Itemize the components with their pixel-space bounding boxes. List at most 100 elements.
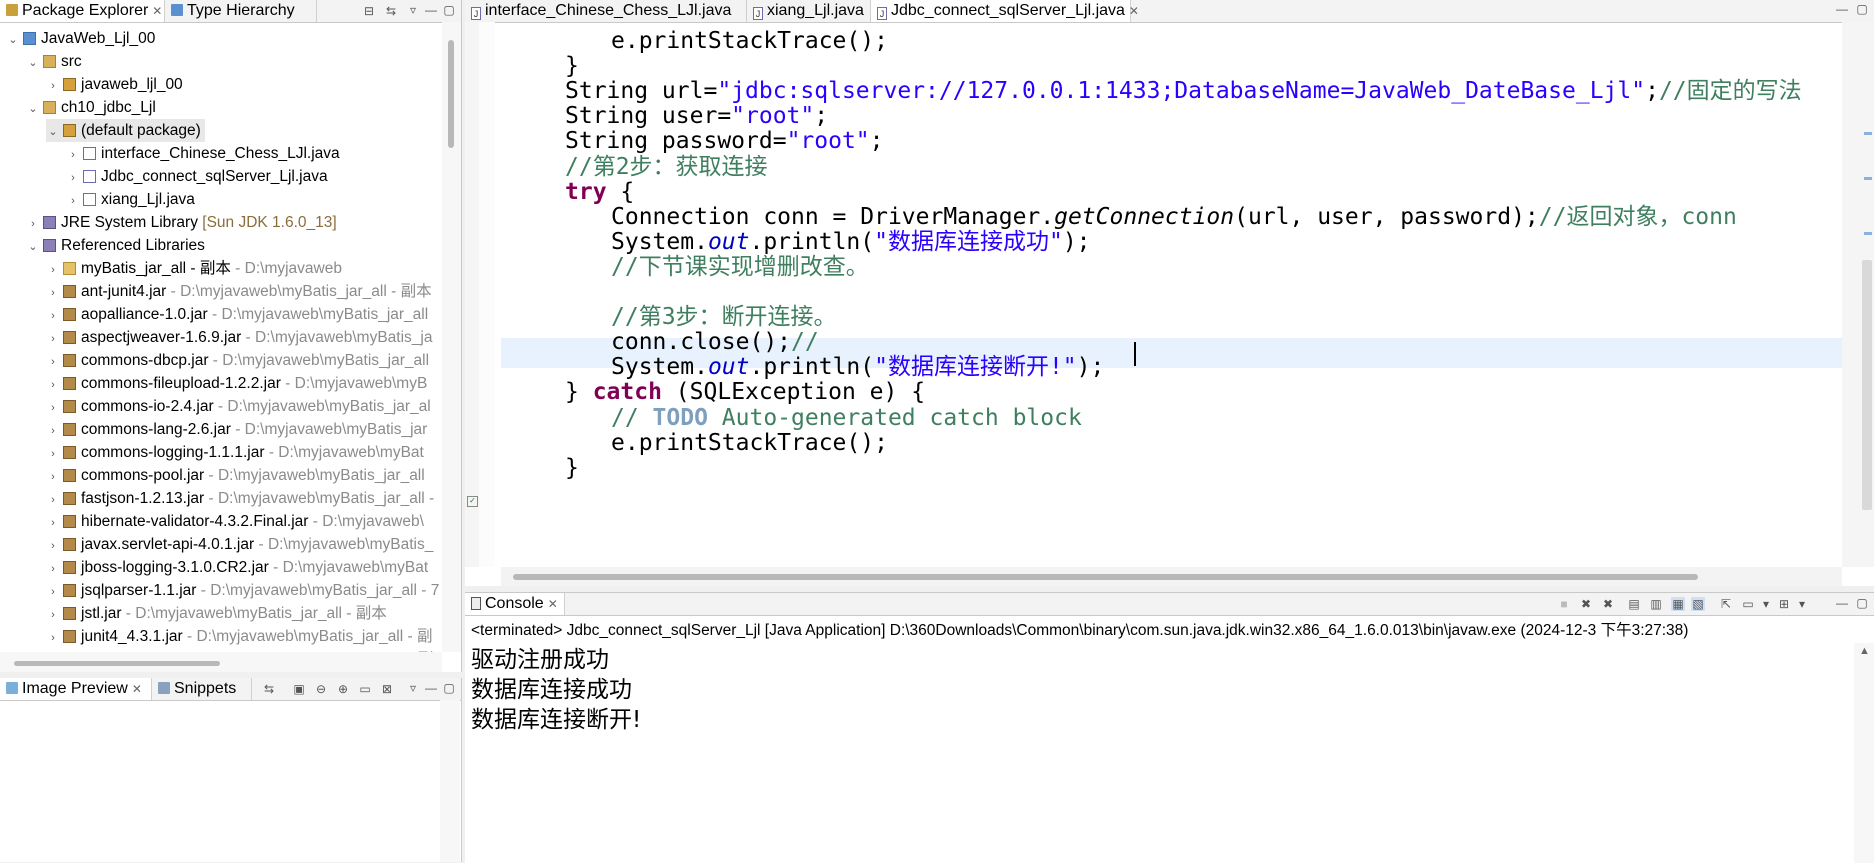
tab-snippets[interactable]: Snippets bbox=[152, 678, 252, 700]
chevron-right-icon[interactable]: › bbox=[46, 420, 60, 443]
view-menu-icon[interactable]: ▿ bbox=[406, 3, 420, 17]
scrollbar-thumb[interactable] bbox=[1862, 260, 1872, 510]
tab-jdbc-connect[interactable]: J Jdbc_connect_sqlServer_Ljl.java ✕ bbox=[871, 0, 1139, 22]
tab-console[interactable]: Console ✕ bbox=[465, 593, 565, 615]
tree-item[interactable]: ⌄ src bbox=[26, 50, 81, 75]
tree-item[interactable]: › jboss-logging-3.1.0.CR2.jar - D:\myjava… bbox=[46, 556, 428, 579]
tree-item[interactable]: › javaweb_ljl_00 bbox=[46, 73, 183, 96]
collapse-all-icon[interactable]: ⊟ bbox=[362, 4, 376, 18]
display-selected-console-icon[interactable]: ▭ bbox=[1741, 597, 1755, 611]
overview-marker[interactable] bbox=[1864, 232, 1872, 235]
tree-item[interactable]: ⌄ Referenced Libraries bbox=[26, 234, 205, 257]
close-icon[interactable]: ✕ bbox=[152, 4, 162, 18]
tree-item[interactable]: › commons-io-2.4.jar - D:\myjavaweb\myBat… bbox=[46, 395, 431, 418]
chevron-right-icon[interactable]: › bbox=[46, 558, 60, 581]
tab-image-preview[interactable]: Image Preview ✕ bbox=[0, 678, 152, 700]
package-tree-horizontal-scrollbar[interactable] bbox=[0, 652, 442, 672]
console-scrollbar[interactable]: ▲ bbox=[1854, 643, 1874, 863]
remove-all-terminated-icon[interactable]: ✖ bbox=[1601, 597, 1615, 611]
chevron-right-icon[interactable]: › bbox=[46, 305, 60, 328]
tree-item[interactable]: › junit4_4.3.1.jar - D:\myjavaweb\myBatis… bbox=[46, 625, 432, 648]
zoom-out-icon[interactable]: ⊖ bbox=[314, 682, 328, 696]
pin-icon[interactable]: ⇆ bbox=[262, 682, 276, 696]
task-marker-icon[interactable]: ✓ bbox=[467, 496, 478, 507]
image-preview-scrollbar[interactable] bbox=[440, 700, 460, 862]
remove-launch-icon[interactable]: ✖ bbox=[1579, 597, 1593, 611]
code-line[interactable]: } bbox=[565, 453, 579, 483]
tab-package-explorer[interactable]: Package Explorer ✕ bbox=[0, 0, 165, 22]
tab-interface-chinese-chess[interactable]: Jinterface_Chinese_Chess_LJl.java bbox=[465, 0, 747, 22]
chevron-right-icon[interactable]: › bbox=[46, 512, 60, 535]
overview-marker[interactable] bbox=[1864, 177, 1872, 180]
tree-item[interactable]: › jsqlparser-1.1.jar - D:\myjavaweb\myBat… bbox=[46, 579, 439, 602]
chevron-right-icon[interactable]: › bbox=[46, 604, 60, 627]
tab-xiang[interactable]: Jxiang_Ljl.java bbox=[747, 0, 871, 22]
minimize-icon[interactable]: — bbox=[1835, 2, 1849, 16]
chevron-right-icon[interactable]: › bbox=[26, 213, 40, 236]
tree-item[interactable]: › interface_Chinese_Chess_LJl.java bbox=[66, 142, 340, 165]
open-console-icon[interactable]: ⊞ bbox=[1777, 597, 1791, 611]
maximize-icon[interactable]: ▢ bbox=[1855, 2, 1869, 16]
chevron-down-icon[interactable]: ⌄ bbox=[26, 98, 40, 121]
maximize-icon[interactable]: ▢ bbox=[442, 681, 456, 695]
scrollbar-thumb[interactable] bbox=[448, 40, 454, 148]
tree-item[interactable]: ⌄ JavaWeb_Ljl_00 bbox=[6, 27, 155, 50]
chevron-right-icon[interactable]: › bbox=[46, 259, 60, 282]
chevron-down-icon[interactable]: ⌄ bbox=[26, 52, 40, 75]
tree-item[interactable]: › commons-pool.jar - D:\myjavaweb\myBatis… bbox=[46, 464, 425, 487]
minimize-icon[interactable]: — bbox=[424, 681, 438, 695]
tree-item[interactable]: › myBatis_jar_all - 副本 - D:\myjavaweb bbox=[46, 257, 342, 280]
close-icon[interactable]: ✕ bbox=[132, 682, 142, 696]
chevron-right-icon[interactable]: › bbox=[46, 397, 60, 420]
chevron-right-icon[interactable]: › bbox=[66, 167, 80, 190]
code-area[interactable]: e.printStackTrace();} String url="jdbc:sq… bbox=[501, 22, 1842, 567]
view-menu-icon[interactable]: ▿ bbox=[406, 681, 420, 695]
tree-item[interactable]: › Jdbc_connect_sqlServer_Ljl.java bbox=[66, 165, 327, 190]
chevron-right-icon[interactable]: › bbox=[46, 328, 60, 351]
close-icon[interactable]: ✕ bbox=[548, 597, 558, 611]
chevron-right-icon[interactable]: › bbox=[66, 144, 80, 167]
chevron-right-icon[interactable]: › bbox=[46, 351, 60, 374]
package-tree[interactable]: ⌄ JavaWeb_Ljl_00 ⌄ src › javaweb_ljl_00 ⌄ ch10_… bbox=[0, 22, 442, 652]
tab-type-hierarchy[interactable]: Type Hierarchy bbox=[165, 0, 317, 22]
close-icon[interactable]: ✕ bbox=[1129, 4, 1139, 18]
tree-item[interactable]: › aspectjweaver-1.6.9.jar - D:\myjavaweb\… bbox=[46, 326, 432, 349]
chevron-down-icon[interactable]: ▾ bbox=[1795, 597, 1809, 611]
package-tree-vertical-scrollbar[interactable] bbox=[442, 22, 461, 652]
clear-console-icon[interactable]: ▤ bbox=[1627, 597, 1641, 611]
chevron-right-icon[interactable]: › bbox=[46, 75, 60, 98]
pin-console-icon[interactable]: ⇱ bbox=[1719, 597, 1733, 611]
scrollbar-thumb[interactable] bbox=[513, 574, 1698, 580]
tree-item[interactable]: › fastjson-1.2.13.jar - D:\myjavaweb\myBa… bbox=[46, 487, 434, 510]
tree-item[interactable]: › aopalliance-1.0.jar - D:\myjavaweb\myBa… bbox=[46, 303, 428, 326]
chevron-right-icon[interactable]: › bbox=[46, 489, 60, 512]
tree-item[interactable]: › jstl.jar - D:\myjavaweb\myBatis_jar_all… bbox=[46, 602, 387, 625]
code-line[interactable]: e.printStackTrace(); bbox=[611, 26, 888, 56]
fit-window-icon[interactable]: ⊠ bbox=[380, 682, 394, 696]
scrollbar-thumb[interactable] bbox=[14, 661, 220, 666]
maximize-icon[interactable]: ▢ bbox=[442, 3, 456, 17]
show-on-stdout-icon[interactable]: ▦ bbox=[1671, 597, 1685, 611]
tree-item[interactable]: › commons-lang-2.6.jar - D:\myjavaweb\myB… bbox=[46, 418, 427, 441]
tree-item[interactable]: › commons-logging-1.1.1.jar - D:\myjavawe… bbox=[46, 441, 424, 464]
scroll-lock-icon[interactable]: ▥ bbox=[1649, 597, 1663, 611]
chevron-right-icon[interactable]: › bbox=[46, 535, 60, 558]
chevron-down-icon[interactable]: ⌄ bbox=[6, 29, 20, 52]
zoom-in-icon[interactable]: ⊕ bbox=[336, 682, 350, 696]
actual-size-icon[interactable]: ▭ bbox=[358, 682, 372, 696]
tree-item[interactable]: › hibernate-validator-4.3.2.Final.jar - D… bbox=[46, 510, 424, 533]
code-line[interactable]: //下节课实现增删改查。 bbox=[611, 252, 869, 282]
tree-item[interactable]: ⌄ (default package) bbox=[46, 119, 205, 142]
chevron-right-icon[interactable]: › bbox=[46, 374, 60, 397]
chevron-right-icon[interactable]: › bbox=[46, 581, 60, 604]
link-with-editor-icon[interactable]: ⇆ bbox=[384, 4, 398, 18]
tree-item[interactable]: › commons-fileupload-1.2.2.jar - D:\myjav… bbox=[46, 372, 427, 395]
chevron-right-icon[interactable]: › bbox=[46, 282, 60, 305]
tree-item[interactable]: ⌄ ch10_jdbc_Ljl bbox=[26, 96, 155, 121]
code-line[interactable]: e.printStackTrace(); bbox=[611, 428, 888, 458]
overview-marker[interactable] bbox=[1864, 132, 1872, 135]
maximize-icon[interactable]: ▢ bbox=[1855, 596, 1869, 610]
fit-icon[interactable]: ▣ bbox=[292, 682, 306, 696]
console-output[interactable]: 驱动注册成功 数据库连接成功 数据库连接断开! bbox=[471, 645, 641, 735]
chevron-right-icon[interactable]: › bbox=[46, 466, 60, 489]
